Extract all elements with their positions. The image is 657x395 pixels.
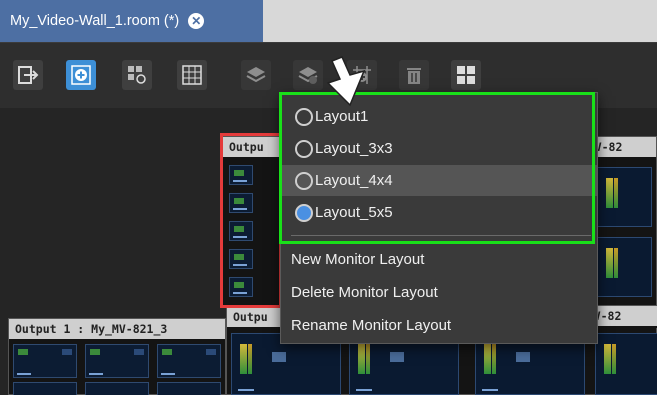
source-thumbnail[interactable] [229, 193, 253, 213]
source-thumbnail[interactable] [229, 221, 253, 241]
quad-layout-button[interactable] [451, 60, 481, 90]
source-thumbnail[interactable] [229, 277, 253, 297]
exit-button[interactable] [13, 60, 43, 90]
add-grid-button[interactable] [347, 60, 377, 90]
source-thumbnail[interactable] [13, 344, 77, 378]
tab-bar: My_Video-Wall_1.room (*) ✕ [0, 0, 657, 42]
new-monitor-layout-item[interactable]: New Monitor Layout [291, 246, 591, 274]
room-tab[interactable]: My_Video-Wall_1.room (*) ✕ [0, 0, 263, 42]
exit-icon [18, 66, 39, 84]
source-thumbnail[interactable] [157, 382, 221, 395]
layout-option-layout-4x4[interactable]: Layout_4x4 [281, 165, 597, 196]
radio-button[interactable] [295, 139, 313, 158]
room-tab-title: My_Video-Wall_1.room (*) [10, 13, 180, 29]
add-grid-icon [353, 66, 371, 84]
close-icon[interactable]: ✕ [188, 13, 205, 29]
rename-monitor-layout-item[interactable]: Rename Monitor Layout [291, 312, 591, 340]
source-thumbnail[interactable] [229, 249, 253, 269]
grid-button[interactable] [177, 60, 207, 90]
quad-layout-icon [457, 66, 475, 84]
layers-button[interactable] [241, 60, 271, 90]
monitor-panel[interactable]: Output 1 : My_MV-821_3 [8, 318, 226, 395]
room-editor-window: My_Video-Wall_1.room (*) ✕ Outpu Output … [0, 0, 657, 395]
link-device-button[interactable] [122, 60, 152, 90]
monitor-tile[interactable] [597, 237, 652, 297]
source-thumbnail[interactable] [85, 344, 149, 378]
delete-monitor-layout-item[interactable]: Delete Monitor Layout [291, 279, 591, 307]
layout-option-layout1[interactable]: Layout1 [281, 101, 597, 132]
monitor-tile[interactable] [595, 333, 657, 395]
source-thumbnail[interactable] [85, 382, 149, 395]
source-thumbnail[interactable] [157, 344, 221, 378]
radio-button[interactable] [295, 107, 313, 126]
layers-layout-icon [298, 67, 318, 84]
layout-option-label: Layout1 [315, 108, 369, 125]
source-thumbnail[interactable] [13, 382, 77, 395]
layout-option-layout-5x5[interactable]: Layout_5x5 [281, 197, 597, 228]
link-device-icon [128, 66, 146, 84]
grid-icon [182, 65, 202, 85]
layers-icon [246, 67, 266, 83]
radio-button-selected[interactable] [295, 203, 313, 222]
layout-option-label: Layout_4x4 [315, 172, 393, 189]
delete-icon [407, 68, 421, 84]
radio-button[interactable] [295, 171, 313, 190]
menu-divider [291, 235, 591, 236]
add-device-button[interactable] [66, 60, 96, 90]
monitor-layouts-button[interactable] [293, 60, 323, 90]
layout-option-label: Layout_3x3 [315, 140, 393, 157]
monitor-layout-menu: Layout1 Layout_3x3 Layout_4x4 Layout_5x5… [280, 92, 598, 344]
monitor-tile[interactable] [597, 167, 652, 227]
layout-option-label: Layout_5x5 [315, 204, 393, 221]
delete-button[interactable] [399, 60, 429, 90]
panel-title: Output 1 : My_MV-821_3 [9, 319, 225, 339]
add-device-icon [71, 65, 91, 85]
layout-option-layout-3x3[interactable]: Layout_3x3 [281, 133, 597, 164]
source-thumbnail[interactable] [229, 165, 253, 185]
